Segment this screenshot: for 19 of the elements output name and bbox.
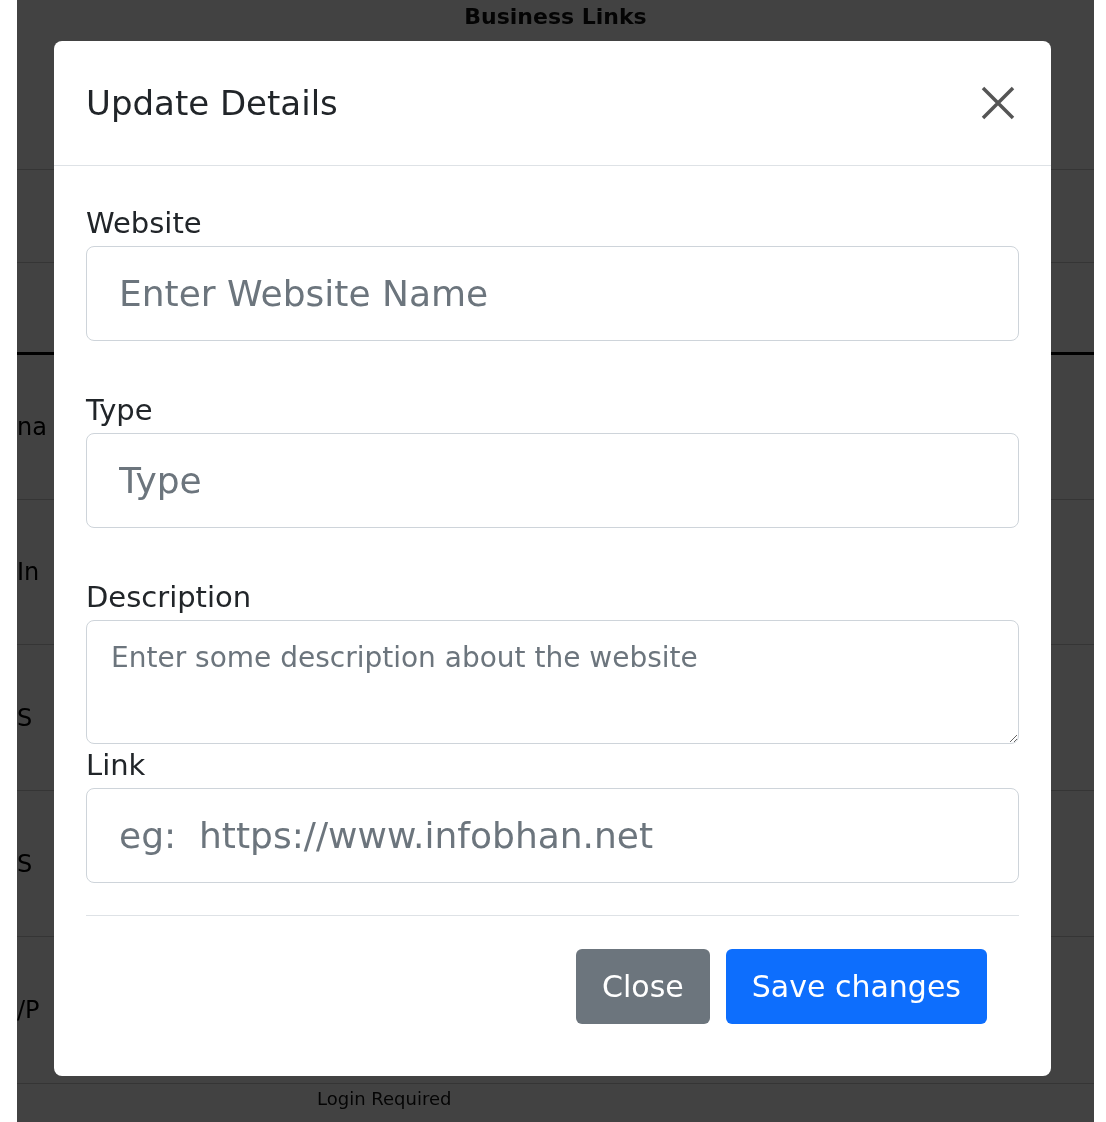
close-button[interactable]: Close xyxy=(576,949,710,1024)
field-label: Website xyxy=(86,206,202,240)
table-cell: In xyxy=(17,558,40,586)
input-field[interactable]: eg: https://www.infobhan.net xyxy=(86,788,1019,883)
save-button[interactable]: Save changes xyxy=(725,949,987,1024)
close-icon xyxy=(981,86,1015,120)
table-cell: S xyxy=(17,849,33,878)
table-cell: /P xyxy=(17,996,40,1024)
description-field[interactable]: Enter some description about the website xyxy=(86,620,1019,744)
input-field[interactable]: Type xyxy=(86,433,1019,528)
table-cell: Login Required xyxy=(317,1088,452,1109)
field-label: Description xyxy=(86,580,252,614)
page-heading: Business Links xyxy=(463,3,648,31)
field-label: Link xyxy=(86,748,146,782)
table-cell: na xyxy=(17,413,47,441)
input-field[interactable]: Enter Website Name xyxy=(86,246,1019,341)
field-label: Type xyxy=(86,393,153,427)
modal-title: Update Details xyxy=(86,83,338,123)
table-cell: S xyxy=(17,703,33,732)
